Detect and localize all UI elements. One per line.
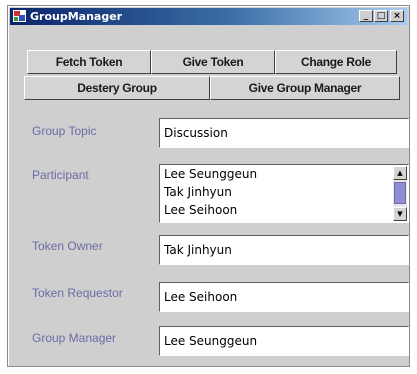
group-manager-label: Group Manager (32, 331, 117, 345)
participant-label: Participant (32, 168, 89, 182)
destroy-group-button[interactable]: Destery Group (24, 76, 210, 100)
minimize-button[interactable]: _ (359, 10, 373, 22)
app-window-icon (13, 10, 26, 22)
group-manager-window: GroupManager _ □ × Fetch Token Give Toke… (7, 5, 410, 367)
window-title: GroupManager (30, 10, 123, 23)
list-item[interactable]: Tak Jinhyun (164, 185, 232, 199)
list-item[interactable]: Lee Seunggeun (164, 167, 257, 181)
scroll-down-arrow-icon[interactable]: ▼ (393, 207, 407, 221)
change-role-button[interactable]: Change Role (275, 50, 397, 74)
group-topic-label: Group Topic (32, 124, 97, 138)
title-bar[interactable]: GroupManager _ □ × (10, 8, 407, 25)
group-topic-field[interactable]: Discussion (159, 118, 409, 148)
token-requestor-field[interactable]: Lee Seihoon (159, 282, 409, 312)
token-requestor-label: Token Requestor (32, 286, 123, 300)
give-group-manager-button[interactable]: Give Group Manager (210, 76, 400, 100)
give-token-button[interactable]: Give Token (151, 50, 275, 74)
fetch-token-button[interactable]: Fetch Token (27, 50, 151, 74)
participant-scrollbar[interactable]: ▲ ▼ (393, 166, 407, 221)
group-manager-field[interactable]: Lee Seunggeun (159, 326, 409, 356)
token-owner-label: Token Owner (32, 239, 103, 253)
scroll-up-arrow-icon[interactable]: ▲ (393, 166, 407, 180)
maximize-button[interactable]: □ (374, 10, 388, 22)
list-item[interactable]: Lee Seihoon (164, 203, 237, 217)
participant-list[interactable]: Lee Seunggeun Tak Jinhyun Lee Seihoon ▲ … (159, 164, 409, 223)
token-owner-field[interactable]: Tak Jinhyun (159, 235, 409, 265)
close-button[interactable]: × (390, 10, 404, 22)
scrollbar-thumb[interactable] (394, 182, 406, 204)
